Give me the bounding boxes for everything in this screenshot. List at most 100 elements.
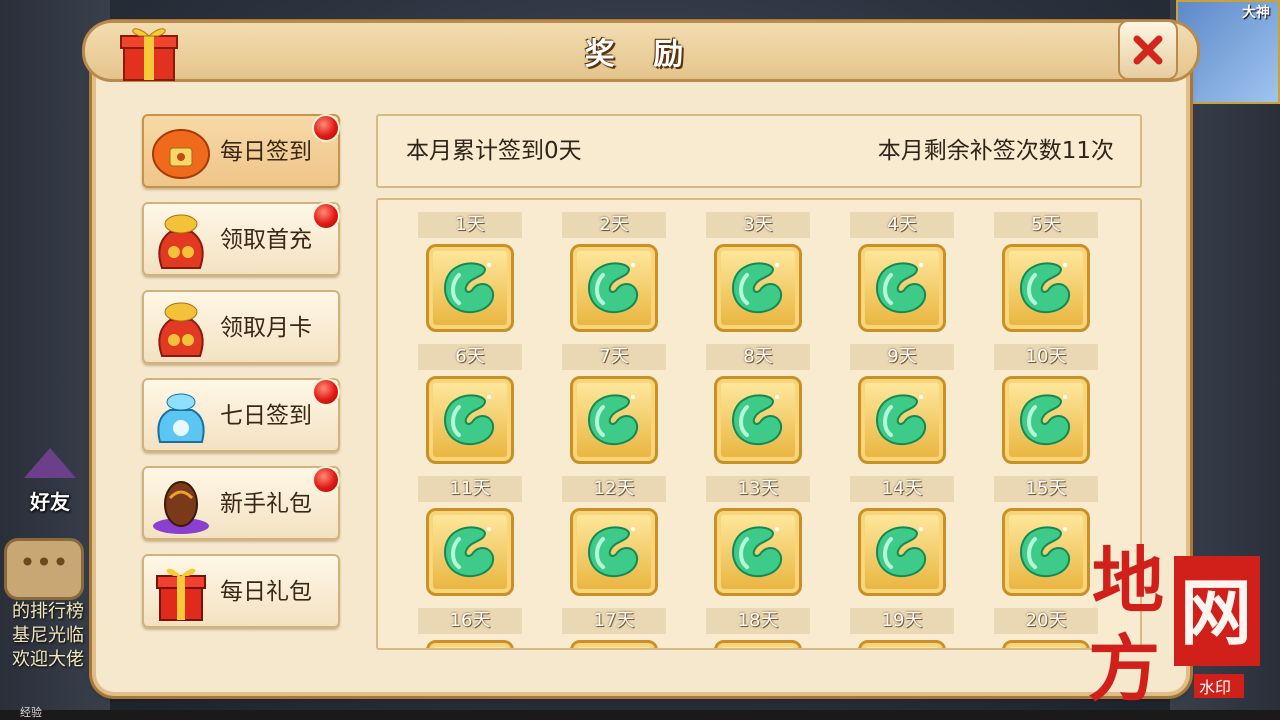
sign-info-bar: 本月累计签到0天 本月剩余补签次数11次 [376,114,1142,188]
reward-slot[interactable] [1002,640,1090,648]
money-bag-icon [148,208,214,274]
day-cell[interactable]: 10天 [994,344,1098,464]
day-cell[interactable]: 18天 [706,608,810,648]
day-cell[interactable]: 4天 [850,212,954,332]
reward-slot[interactable] [426,244,514,332]
title-bar: 奖 励 [82,20,1200,82]
close-icon [1133,35,1163,65]
day-label: 18天 [706,608,810,634]
reward-slot[interactable] [1002,244,1090,332]
menu-item-2[interactable]: 领取月卡 [142,290,340,364]
menu-item-label: 每日签到 [220,139,312,165]
reward-slot[interactable] [714,508,802,596]
day-cell[interactable]: 8天 [706,344,810,464]
reward-panel: 奖 励 每日签到领取首充领取月卡七日签到新手礼包每日礼包 本月累计签到0天 本月… [82,20,1200,692]
menu-item-5[interactable]: 每日礼包 [142,554,340,628]
notification-dot-icon [312,378,340,406]
day-cell[interactable]: 11天 [418,476,522,596]
reward-menu: 每日签到领取首充领取月卡七日签到新手礼包每日礼包 [142,114,342,642]
reward-slot[interactable] [570,640,658,648]
svg-text:网: 网 [1180,570,1252,655]
day-label: 4天 [850,212,954,238]
menu-item-1[interactable]: 领取首充 [142,202,340,276]
signed-days-text: 本月累计签到0天 [406,138,582,164]
friends-label: 好友 [30,490,70,514]
day-label: 13天 [706,476,810,502]
day-cell[interactable]: 1天 [418,212,522,332]
day-label: 10天 [994,344,1098,370]
day-cell[interactable]: 17天 [562,608,666,648]
menu-item-label: 领取月卡 [220,315,312,341]
friends-button[interactable]: 好友 [14,440,86,520]
reward-slot[interactable] [426,640,514,648]
chat-icon[interactable]: ••• [4,538,84,600]
day-label: 1天 [418,212,522,238]
reward-slot[interactable] [1002,508,1090,596]
day-cell[interactable]: 16天 [418,608,522,648]
notification-dot-icon [312,202,340,230]
day-label: 2天 [562,212,666,238]
gift-box-icon [148,560,214,626]
day-cell[interactable]: 6天 [418,344,522,464]
day-cell[interactable]: 5天 [994,212,1098,332]
day-label: 14天 [850,476,954,502]
money-bag-icon [148,296,214,362]
reward-slot[interactable] [858,640,946,648]
day-cell[interactable]: 14天 [850,476,954,596]
day-cell[interactable]: 19天 [850,608,954,648]
blue-bag-icon [148,384,214,450]
reward-slot[interactable] [714,640,802,648]
reward-slot[interactable] [426,376,514,464]
menu-item-label: 领取首充 [220,227,312,253]
avatar-name: 大神 [1242,5,1270,21]
day-label: 6天 [418,344,522,370]
menu-item-label: 新手礼包 [220,491,312,517]
watermark-stamp: 地 网 方 水印 [1088,538,1260,706]
day-cell[interactable]: 12天 [562,476,666,596]
day-cell[interactable]: 3天 [706,212,810,332]
day-label: 3天 [706,212,810,238]
makeup-count-text: 本月剩余补签次数11次 [877,138,1114,164]
reward-slot[interactable] [858,244,946,332]
svg-text:水印: 水印 [1199,678,1231,697]
exp-bar [0,710,1280,720]
day-cell[interactable]: 9天 [850,344,954,464]
egg-icon [148,472,214,538]
menu-item-label: 每日礼包 [220,579,312,605]
day-label: 19天 [850,608,954,634]
close-button[interactable] [1118,20,1178,80]
reward-slot[interactable] [714,244,802,332]
day-cell[interactable]: 13天 [706,476,810,596]
svg-text:方: 方 [1088,626,1160,706]
reward-slot[interactable] [570,244,658,332]
exp-label: 经验 [20,706,42,719]
day-cell[interactable]: 2天 [562,212,666,332]
sign-in-grid: 1天 2天 3天 4天 5天 6天 7天 8天 9天 10天 11天 12天 13天 14天 15天 16天 1… [376,198,1142,650]
reward-slot[interactable] [426,508,514,596]
menu-item-0[interactable]: 每日签到 [142,114,340,188]
day-label: 12天 [562,476,666,502]
day-label: 5天 [994,212,1098,238]
menu-item-4[interactable]: 新手礼包 [142,466,340,540]
reward-slot[interactable] [714,376,802,464]
svg-text:地: 地 [1092,538,1164,623]
day-label: 7天 [562,344,666,370]
menu-item-3[interactable]: 七日签到 [142,378,340,452]
reward-slot[interactable] [858,508,946,596]
day-label: 17天 [562,608,666,634]
lantern-icon [148,120,214,186]
day-label: 11天 [418,476,522,502]
day-cell[interactable]: 7天 [562,344,666,464]
reward-slot[interactable] [570,508,658,596]
day-label: 8天 [706,344,810,370]
wizard-hat-icon [24,440,76,484]
reward-slot[interactable] [570,376,658,464]
menu-item-label: 七日签到 [220,403,312,429]
notification-dot-icon [312,114,340,142]
day-label: 16天 [418,608,522,634]
day-label: 9天 [850,344,954,370]
reward-slot[interactable] [858,376,946,464]
panel-title: 奖 励 [584,37,698,72]
reward-slot[interactable] [1002,376,1090,464]
gift-icon [120,28,178,81]
